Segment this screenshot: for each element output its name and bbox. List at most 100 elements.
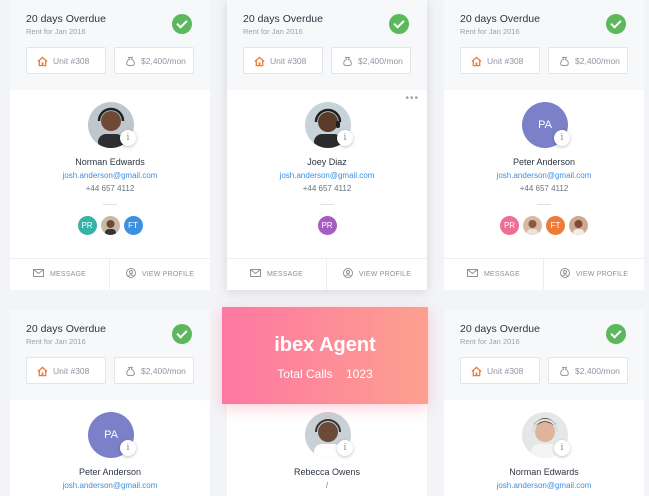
card-header: 20 days Overdue Rent for Jan 2016 Unit #… [10, 0, 210, 90]
card-footer: MESSAGE VIEW PROFILE [444, 258, 644, 290]
unit-label: Unit #308 [53, 56, 90, 66]
team-members: PR FT [10, 216, 210, 235]
price-chip: $2,400/mon [548, 47, 628, 74]
view-profile-button[interactable]: VIEW PROFILE [327, 259, 427, 290]
unit-label: Unit #308 [53, 366, 90, 376]
money-bag-icon [126, 56, 135, 67]
card-header: 20 days Overdue Rent for Jan 2016 Unit #… [444, 0, 644, 90]
tenant-card: 20 days Overdue Rent for Jan 2016 Unit #… [444, 0, 644, 290]
unit-chip: Unit #308 [26, 47, 106, 74]
info-icon[interactable]: i [554, 440, 570, 456]
envelope-icon [466, 269, 478, 278]
price-label: $2,400/mon [575, 56, 620, 66]
rent-period: Rent for Jan 2016 [26, 337, 86, 346]
check-icon [606, 324, 626, 344]
overdue-label: 20 days Overdue [243, 13, 323, 25]
tenant-name: Norman Edwards [75, 157, 145, 167]
team-member-avatar[interactable]: FT [546, 216, 565, 235]
info-icon[interactable]: i [120, 130, 136, 146]
user-circle-icon [342, 268, 353, 279]
team-member-avatar[interactable]: PR [77, 216, 97, 235]
unit-chip: Unit #308 [460, 357, 540, 384]
view-profile-label: VIEW PROFILE [575, 271, 629, 278]
tenant-name: Peter Anderson [512, 157, 576, 167]
tenant-email[interactable]: josh.anderson@gmail.com [10, 171, 210, 180]
unit-label: Unit #308 [270, 56, 307, 66]
price-chip: $2,400/mon [114, 47, 194, 74]
home-icon [254, 56, 265, 67]
tenant-card: 20 days Overdue Rent for Jan 2016 Unit #… [10, 310, 210, 496]
price-chip: $2,400/mon [114, 357, 194, 384]
message-label: MESSAGE [266, 271, 304, 278]
info-icon[interactable]: i [337, 130, 353, 146]
team-member-avatar[interactable] [569, 216, 588, 235]
unit-label: Unit #308 [487, 56, 524, 66]
card-header: 20 days Overdue Rent for Jan 2016 Unit #… [10, 310, 210, 400]
rent-period: Rent for Jan 2016 [243, 27, 303, 36]
team-member-avatar[interactable] [523, 216, 542, 235]
message-label: MESSAGE [483, 271, 521, 278]
view-profile-label: VIEW PROFILE [358, 271, 412, 278]
tenant-name: Peter Anderson [78, 467, 142, 477]
view-profile-label: VIEW PROFILE [141, 271, 195, 278]
money-bag-icon [560, 366, 569, 377]
agent-banner: ibex Agent Total Calls 1023 [222, 307, 428, 404]
unit-chip: Unit #308 [26, 357, 106, 384]
unit-chip: Unit #308 [460, 47, 540, 74]
tenant-card: 20 days Overdue Rent for Jan 2016 Unit #… [10, 0, 210, 290]
card-header: 20 days Overdue Rent for Jan 2016 Unit #… [227, 0, 427, 90]
message-button[interactable]: MESSAGE [10, 259, 110, 290]
view-profile-button[interactable]: VIEW PROFILE [110, 259, 210, 290]
envelope-icon [249, 269, 261, 278]
more-options-icon[interactable]: ••• [405, 93, 419, 104]
overdue-label: 20 days Overdue [460, 13, 540, 25]
total-calls-label: Total Calls [277, 367, 333, 381]
tenant-card: 20 days Overdue Rent for Jan 2016 Unit #… [444, 310, 644, 496]
money-bag-icon [343, 56, 352, 67]
overdue-label: 20 days Overdue [460, 323, 540, 335]
team-member-avatar[interactable]: FT [123, 216, 143, 235]
price-chip: $2,400/mon [331, 47, 411, 74]
team-member-avatar[interactable]: PR [317, 216, 337, 235]
info-icon[interactable]: i [554, 130, 570, 146]
price-label: $2,400/mon [358, 56, 403, 66]
team-members: PR [227, 216, 427, 235]
divider [320, 204, 334, 205]
tenant-email[interactable]: josh.anderson@gmail.com [444, 481, 644, 490]
banner-stats: Total Calls 1023 [222, 367, 428, 381]
divider [537, 204, 551, 205]
agent-name: Rebecca Owens [293, 467, 361, 477]
card-footer: MESSAGE VIEW PROFILE [10, 258, 210, 290]
home-icon [471, 56, 482, 67]
team-member-avatar[interactable] [100, 216, 120, 235]
tenant-email[interactable]: josh.anderson@gmail.com [444, 171, 644, 180]
agent-email[interactable]: / [227, 481, 427, 490]
price-chip: $2,400/mon [548, 357, 628, 384]
view-profile-button[interactable]: VIEW PROFILE [544, 259, 644, 290]
price-label: $2,400/mon [141, 366, 186, 376]
home-icon [37, 366, 48, 377]
tenant-phone: +44 657 4112 [302, 184, 352, 193]
envelope-icon [32, 269, 44, 278]
money-bag-icon [126, 366, 135, 377]
message-button[interactable]: MESSAGE [444, 259, 544, 290]
card-footer: MESSAGE VIEW PROFILE [227, 258, 427, 290]
info-icon[interactable]: i [120, 440, 136, 456]
rent-period: Rent for Jan 2016 [460, 27, 520, 36]
message-button[interactable]: MESSAGE [227, 259, 327, 290]
tenant-email[interactable]: josh.anderson@gmail.com [227, 171, 427, 180]
banner-title: ibex Agent [274, 334, 376, 356]
info-icon[interactable]: i [337, 440, 353, 456]
tenant-phone: +44 657 4112 [519, 184, 569, 193]
tenant-email[interactable]: josh.anderson@gmail.com [10, 481, 210, 490]
tenant-phone: +44 657 4112 [85, 184, 135, 193]
home-icon [37, 56, 48, 67]
team-member-avatar[interactable]: PR [500, 216, 519, 235]
overdue-label: 20 days Overdue [26, 13, 106, 25]
user-circle-icon [559, 268, 570, 279]
tenant-name: Norman Edwards [509, 467, 579, 477]
money-bag-icon [560, 56, 569, 67]
divider [103, 204, 117, 205]
team-members: PR FT [444, 216, 644, 235]
tenant-card: 20 days Overdue Rent for Jan 2016 Unit #… [227, 0, 427, 290]
